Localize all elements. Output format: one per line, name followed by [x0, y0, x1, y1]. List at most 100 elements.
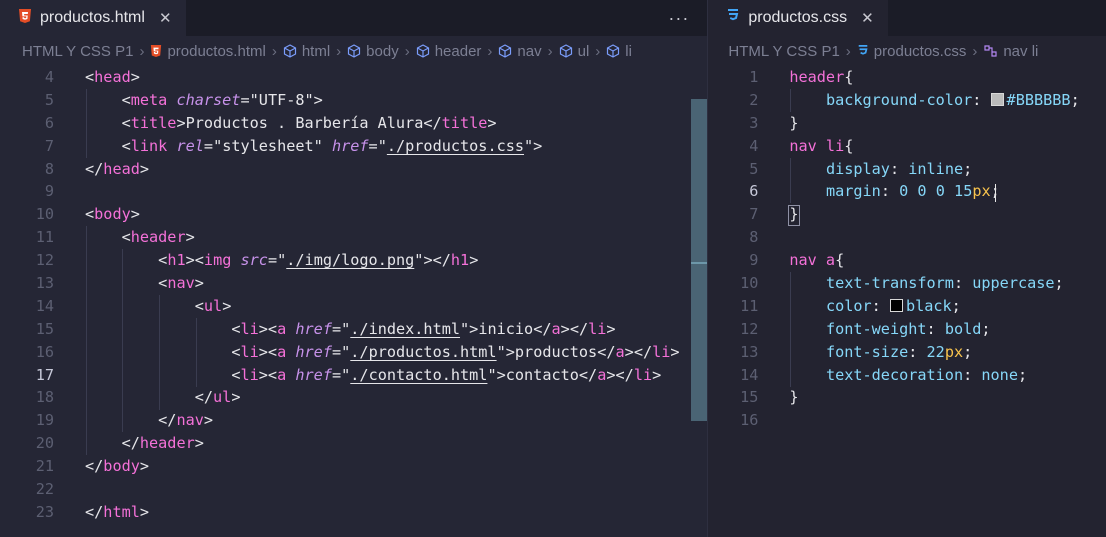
- breadcrumb-item-ul[interactable]: ul: [559, 43, 589, 60]
- editor-area: productos.html ✕ ··· HTML Y CSS P1 › pro…: [0, 0, 1106, 537]
- html-editor-pane: productos.html ✕ ··· HTML Y CSS P1 › pro…: [0, 0, 708, 537]
- breadcrumb-item-nav[interactable]: nav: [498, 43, 542, 60]
- code-line[interactable]: 10 <body>: [0, 203, 707, 226]
- line-text: <li><a href="./contacto.html">contacto</…: [231, 365, 662, 384]
- line-number: 11: [35, 228, 54, 247]
- tab-productos-css[interactable]: productos.css ✕: [708, 0, 888, 36]
- code-line[interactable]: 12 <h1><img src="./img/logo.png"></h1>: [0, 249, 707, 272]
- code-line[interactable]: 7 <link rel="stylesheet" href="./product…: [0, 135, 707, 158]
- breadcrumb-item-header[interactable]: header: [416, 43, 481, 60]
- code-line[interactable]: 6 margin: 0 0 0 15px;: [708, 180, 1106, 203]
- code-line[interactable]: 17 <li><a href="./contacto.html">contact…: [0, 364, 707, 387]
- code-line[interactable]: 13 <nav>: [0, 272, 707, 295]
- color-swatch[interactable]: [889, 298, 903, 312]
- line-text: }: [789, 113, 799, 132]
- code-line[interactable]: 3}: [708, 112, 1106, 135]
- code-line[interactable]: 8: [708, 226, 1106, 249]
- cube-icon: [607, 44, 620, 58]
- code-line[interactable]: 15}: [708, 386, 1106, 409]
- code-line[interactable]: 13 font-size: 22px;: [708, 341, 1106, 364]
- line-number: 14: [740, 365, 759, 384]
- line-number: 6: [749, 182, 759, 201]
- chevron-right-icon: ›: [972, 42, 978, 60]
- chevron-right-icon: ›: [404, 42, 410, 60]
- code-line[interactable]: 23 </html>: [0, 501, 707, 524]
- indent-guide: [790, 157, 792, 204]
- code-line[interactable]: 5 display: inline;: [708, 158, 1106, 181]
- close-icon[interactable]: ✕: [861, 9, 874, 27]
- line-number: 15: [740, 388, 759, 407]
- code-line[interactable]: 10 text-transform: uppercase;: [708, 272, 1106, 295]
- chevron-right-icon: ›: [547, 42, 553, 60]
- color-swatch[interactable]: [990, 92, 1004, 106]
- line-number: 3: [749, 113, 759, 132]
- code-line[interactable]: 16 <li><a href="./productos.html">produc…: [0, 341, 707, 364]
- line-text: <body>: [85, 205, 140, 224]
- line-text: header{: [789, 68, 854, 86]
- breadcrumb-item-li[interactable]: li: [606, 43, 632, 60]
- code-line[interactable]: 9: [0, 180, 707, 203]
- line-number: 20: [35, 434, 54, 453]
- code-line[interactable]: 6 <title>Productos . Barbería Alura</tit…: [0, 112, 707, 135]
- line-text: <li><a href="./index.html">inicio</a></l…: [231, 319, 616, 338]
- line-number: 16: [35, 342, 54, 361]
- line-text: </header>: [121, 434, 204, 453]
- breadcrumb-item-folder[interactable]: HTML Y CSS P1: [22, 43, 133, 60]
- code-line[interactable]: 21 </body>: [0, 455, 707, 478]
- code-line[interactable]: 20 </header>: [0, 432, 707, 455]
- code-line[interactable]: 8 </head>: [0, 158, 707, 181]
- code-line[interactable]: 16: [708, 409, 1106, 432]
- breadcrumb-item-selector[interactable]: nav li: [983, 43, 1038, 60]
- code-line[interactable]: 12 font-weight: bold;: [708, 318, 1106, 341]
- chevron-right-icon: ›: [595, 42, 601, 60]
- line-number: 13: [35, 274, 54, 293]
- line-text: <title>Productos . Barbería Alura</title…: [121, 113, 497, 132]
- line-text: color: black;: [825, 296, 961, 315]
- code-line[interactable]: 4 nav li{: [708, 135, 1106, 158]
- code-editor-css[interactable]: 1 header{2 background-color: #BBBBBB; 3} 4 n…: [708, 66, 1106, 537]
- more-actions-icon[interactable]: ···: [668, 8, 689, 29]
- code-line[interactable]: 14 text-decoration: none;: [708, 364, 1106, 387]
- breadcrumb-item-file[interactable]: productos.html: [150, 43, 266, 60]
- breadcrumb-item-file[interactable]: productos.css: [857, 43, 966, 60]
- tab-productos-html[interactable]: productos.html ✕: [0, 0, 186, 36]
- code-line[interactable]: 11 <header>: [0, 226, 707, 249]
- close-icon[interactable]: ✕: [159, 9, 172, 27]
- indent-guide: [86, 88, 87, 158]
- code-line[interactable]: 9 nav a{: [708, 249, 1106, 272]
- tab-bar: productos.html ✕ ···: [0, 0, 708, 36]
- code-line[interactable]: 7}: [708, 203, 1106, 226]
- line-number: 15: [35, 319, 54, 338]
- scrollbar-cursor-marker: [691, 262, 708, 264]
- css3-icon: [726, 8, 740, 29]
- line-number: 12: [740, 319, 759, 338]
- code-line[interactable]: 2 background-color: #BBBBBB;: [708, 89, 1106, 112]
- code-line[interactable]: 11 color: black;: [708, 295, 1106, 318]
- code-line[interactable]: 22: [0, 478, 707, 501]
- code-line[interactable]: 15 <li><a href="./index.html">inicio</a>…: [0, 318, 707, 341]
- line-text: margin: 0 0 0 15px;: [825, 182, 1000, 201]
- line-number: 12: [35, 251, 54, 270]
- breadcrumb-item-html[interactable]: html: [283, 43, 330, 60]
- code-line[interactable]: 19 </nav>: [0, 409, 707, 432]
- code-editor-html[interactable]: 4 <head> 5 <meta charset="UTF-8"> 6 <title>…: [0, 66, 707, 537]
- line-text: <h1><img src="./img/logo.png"></h1>: [158, 251, 479, 270]
- indent-guide: [790, 272, 792, 387]
- indent-guide: [86, 226, 87, 456]
- code-line[interactable]: 18 </ul>: [0, 386, 707, 409]
- code-line[interactable]: 4 <head>: [0, 66, 707, 89]
- line-text: <meta charset="UTF-8">: [121, 90, 323, 109]
- html5-icon: [151, 45, 162, 57]
- code-line[interactable]: 1 header{: [708, 66, 1106, 89]
- breadcrumb-item-body[interactable]: body: [347, 43, 399, 60]
- line-text: background-color: #BBBBBB;: [825, 90, 1080, 109]
- line-text: </html>: [85, 502, 150, 521]
- selector-icon: [984, 45, 997, 57]
- line-number: 4: [749, 136, 759, 155]
- code-line[interactable]: 5 <meta charset="UTF-8">: [0, 89, 707, 112]
- scrollbar-thumb[interactable]: [691, 99, 708, 421]
- code-line[interactable]: 14 <ul>: [0, 295, 707, 318]
- breadcrumb-item-folder[interactable]: HTML Y CSS P1: [728, 43, 839, 60]
- tab-label: productos.css: [748, 9, 848, 26]
- indent-guide: [196, 317, 197, 387]
